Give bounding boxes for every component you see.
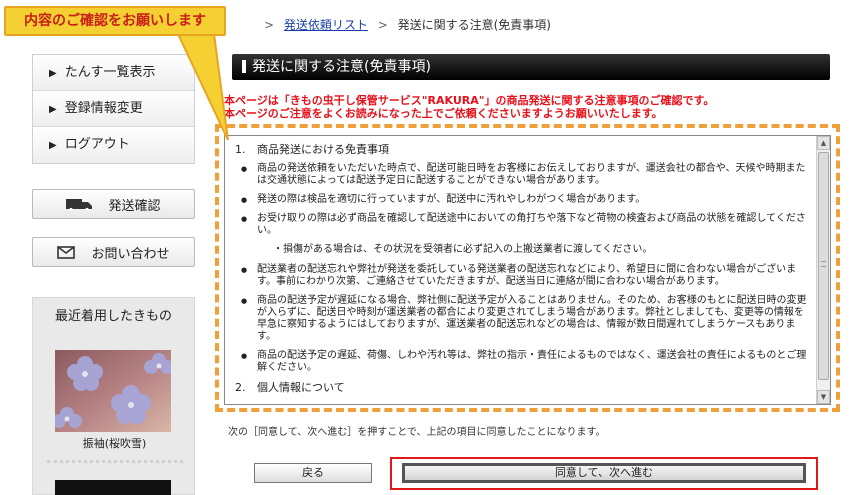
grip-icon [821, 261, 826, 267]
breadcrumb: > 発送依頼リスト > 発送に関する注意(免責事項) [258, 16, 551, 33]
notice-text: 本ページは「きもの虫干し保管サービス"RAKURA"」の商品発送に関する注意事項… [224, 94, 714, 120]
scroll-down-arrow-icon[interactable]: ▼ [817, 390, 830, 404]
triangle-right-icon: ▶ [49, 104, 57, 115]
recent-kimono-title: 最近着用したきもの [54, 309, 172, 324]
section-title: 商品発送における免責事項 [257, 143, 389, 156]
breadcrumb-link-shipping-list[interactable]: 発送依頼リスト [284, 18, 368, 32]
section-heading: 2. 個人情報について [235, 382, 807, 394]
shipping-confirm-button[interactable]: 発送確認 [32, 189, 195, 219]
agree-next-button[interactable]: 同意して、次へ進む [402, 463, 806, 483]
scrollbar-thumb[interactable] [818, 152, 829, 380]
sidebar-item-label: 登録情報変更 [64, 101, 143, 116]
truck-icon [66, 199, 93, 211]
notice-line-2: 本ページのご注意をよくお読みになった上でご依頼くださいますようお願いいたします。 [224, 107, 663, 120]
agreement-note: 次の［同意して、次へ進む］を押すことで、上記の項目に同意したことになります。 [228, 427, 606, 438]
breadcrumb-separator: > [264, 18, 275, 32]
kimono-caption: 振袖(桜吹雪) [82, 437, 147, 450]
sidebar-item-edit-registration[interactable]: ▶ 登録情報変更 [33, 91, 194, 127]
contact-label: お問い合わせ [91, 246, 170, 262]
terms-bullet: 商品の配送予定の遅延、荷傷、しわや汚れ等は、弊社の指示・責任によるものではなく、… [233, 350, 807, 374]
contact-button[interactable]: お問い合わせ [32, 237, 195, 267]
dotted-divider [47, 460, 183, 463]
terms-scroll-box[interactable]: 1. 商品発送における免責事項 商品の発送依頼をいただいた時点で、配送可能日時をお… [224, 135, 831, 405]
terms-bullet: お受け取りの際は必ず商品を確認して配送途中においての角打ちや落下など荷物の検査お… [233, 213, 807, 237]
section-number: 2. [235, 381, 246, 394]
kimono-pattern-image [55, 350, 171, 432]
section-title: 個人情報について [257, 381, 345, 394]
instruction-callout: 内容のご確認をお願いします [4, 6, 226, 36]
section-number: 1. [235, 143, 246, 156]
terms-bullet: 商品の発送依頼をいただいた時点で、配送可能日時をお客様にお伝えしておりますが、運… [233, 163, 807, 187]
terms-bullet: 商品の配送予定が遅延になる場合、弊社側に配送予定が入ることはありません。そのため… [233, 295, 807, 343]
sidebar-item-label: たんす一覧表示 [64, 65, 156, 80]
scroll-up-arrow-icon[interactable]: ▲ [817, 136, 830, 150]
shipping-confirm-label: 発送確認 [108, 198, 161, 214]
back-button[interactable]: 戻る [254, 463, 372, 483]
envelope-icon [57, 245, 76, 259]
page-title: 発送に関する注意(免責事項) [252, 59, 431, 75]
title-bar-mark [242, 60, 246, 73]
vertical-scrollbar[interactable]: ▲ ▼ [816, 136, 830, 404]
terms-content: 1. 商品発送における免責事項 商品の発送依頼をいただいた時点で、配送可能日時をお… [225, 136, 815, 401]
terms-bullet: 配送業者の配送忘れや弊社が発送を委託している発送業者の配送忘れなどにより、希望日… [233, 264, 807, 288]
sidebar-item-label: ログアウト [64, 137, 130, 152]
triangle-right-icon: ▶ [49, 140, 57, 151]
breadcrumb-separator: > [377, 18, 388, 32]
kimono-thumbnail[interactable] [55, 350, 171, 432]
sidebar-menu: ▶ たんす一覧表示 ▶ 登録情報変更 ▶ ログアウト [32, 54, 195, 164]
sidebar-item-wardrobe-list[interactable]: ▶ たんす一覧表示 [33, 55, 194, 91]
triangle-right-icon: ▶ [49, 68, 57, 79]
notice-line-1: 本ページは「きもの虫干し保管サービス"RAKURA"」の商品発送に関する注意事項… [224, 94, 715, 107]
page-title-bar: 発送に関する注意(免責事項) [232, 54, 830, 80]
breadcrumb-current: 発送に関する注意(免責事項) [397, 18, 551, 32]
kimono-thumbnail-2[interactable] [55, 480, 171, 495]
sidebar-item-logout[interactable]: ▶ ログアウト [33, 127, 194, 163]
terms-sub-note: ・損傷がある場合は、その状況を受領者に必ず記入の上搬送業者に渡してください。 [273, 244, 653, 255]
section-heading: 1. 商品発送における免責事項 [235, 144, 807, 156]
terms-bullet: 発送の際は検品を適切に行っていますが、配送中に汚れやしわがつく場合があります。 [233, 194, 807, 206]
recent-kimono-panel: 最近着用したきもの 振袖(桜吹雪) [32, 297, 195, 495]
